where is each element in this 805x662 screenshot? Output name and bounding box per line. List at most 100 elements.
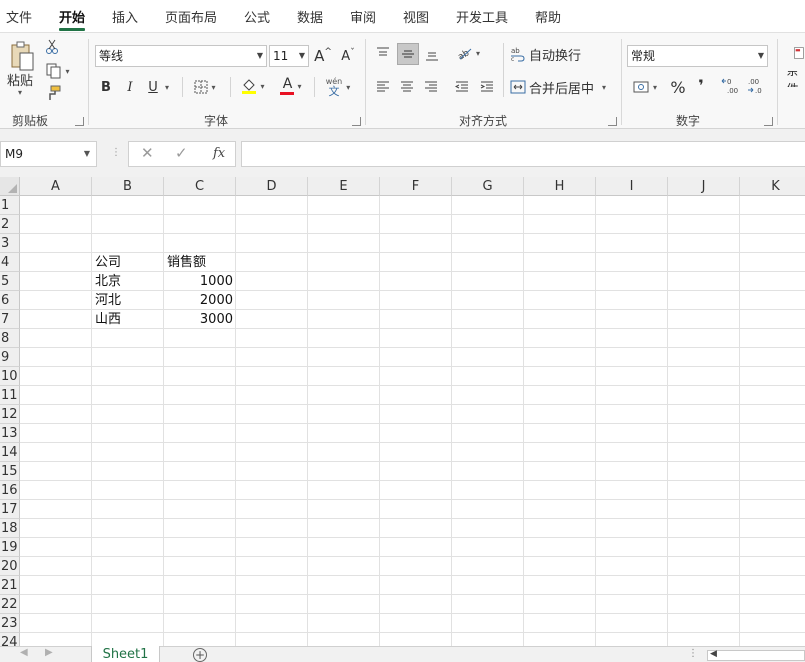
cut-icon[interactable]	[44, 39, 60, 55]
menu-item[interactable]: 开始	[59, 7, 86, 31]
row-header[interactable]: 19	[0, 538, 20, 557]
paste-dropdown-icon[interactable]: ▾	[14, 87, 26, 97]
cell-c5[interactable]: 1000	[167, 272, 233, 291]
row-header[interactable]: 10	[0, 367, 20, 386]
horizontal-scrollbar[interactable]: ◀	[707, 649, 805, 661]
alignment-launcher-icon[interactable]	[608, 117, 617, 126]
row-header[interactable]: 15	[0, 462, 20, 481]
select-all-corner[interactable]	[0, 177, 20, 196]
formula-input[interactable]	[241, 141, 805, 167]
italic-button[interactable]: I	[122, 77, 138, 97]
underline-button[interactable]: U	[145, 77, 161, 97]
menu-item[interactable]: 插入	[112, 7, 138, 26]
column-header[interactable]: F	[380, 177, 452, 196]
name-box[interactable]: M9 ▼	[0, 141, 97, 167]
row-header[interactable]: 6	[0, 291, 20, 310]
row-header[interactable]: 7	[0, 310, 20, 329]
menu-item[interactable]: 公式	[244, 7, 270, 26]
row-header[interactable]: 14	[0, 443, 20, 462]
row-header[interactable]: 12	[0, 405, 20, 424]
decrease-font-icon[interactable]: Aˇ	[338, 45, 358, 67]
menu-item[interactable]: 开发工具	[456, 7, 508, 26]
fill-color-icon[interactable]: ▾	[238, 75, 268, 97]
menu-item[interactable]: 页面布局	[165, 7, 217, 26]
cell-b4[interactable]: 公司	[95, 253, 161, 272]
align-center-icon[interactable]	[398, 77, 416, 97]
comma-style-button[interactable]: ❜	[694, 75, 708, 95]
row-header[interactable]: 23	[0, 614, 20, 633]
column-header[interactable]: C	[164, 177, 236, 196]
number-launcher-icon[interactable]	[764, 117, 773, 126]
copy-icon[interactable]: ▾	[43, 63, 73, 79]
menu-item[interactable]: 视图	[403, 7, 429, 26]
enter-icon[interactable]: ✓	[175, 144, 188, 162]
align-middle-icon[interactable]	[397, 43, 419, 65]
next-sheet-icon[interactable]: ▶	[45, 647, 53, 658]
column-header[interactable]: A	[20, 177, 92, 196]
row-header[interactable]: 13	[0, 424, 20, 443]
align-left-icon[interactable]	[374, 77, 392, 97]
column-header[interactable]: E	[308, 177, 380, 196]
bold-button[interactable]: B	[98, 77, 114, 97]
cell-b5[interactable]: 北京	[95, 272, 161, 291]
cancel-icon[interactable]: ✕	[141, 144, 154, 162]
underline-dropdown-icon[interactable]: ▾	[162, 77, 172, 97]
sheet-tab[interactable]: Sheet1	[91, 646, 160, 662]
decrease-decimal-icon[interactable]: .00.0	[746, 75, 768, 97]
font-name-select[interactable]: 等线 ▼	[95, 45, 267, 67]
row-header[interactable]: 5	[0, 272, 20, 291]
row-header[interactable]: 20	[0, 557, 20, 576]
cell-c6[interactable]: 2000	[167, 291, 233, 310]
number-format-select[interactable]: 常规 ▼	[627, 45, 768, 67]
font-size-select[interactable]: 11 ▼	[269, 45, 309, 67]
increase-indent-icon[interactable]	[478, 77, 496, 97]
row-header[interactable]: 1	[0, 196, 20, 215]
orientation-icon[interactable]: ab ▾	[452, 43, 484, 63]
row-header[interactable]: 2	[0, 215, 20, 234]
row-header[interactable]: 17	[0, 500, 20, 519]
cell-b6[interactable]: 河北	[95, 291, 161, 310]
row-header[interactable]: 3	[0, 234, 20, 253]
column-header[interactable]: H	[524, 177, 596, 196]
spreadsheet-grid[interactable]: A B C D E F G H I J K 1 2 3 4 5 6 7 8 9 10 11 12 13 14 15 16 17 18 19…	[0, 177, 805, 646]
menu-item[interactable]: 审阅	[350, 7, 376, 26]
column-header[interactable]: K	[740, 177, 805, 196]
drag-handle-icon[interactable]: ⋮	[111, 147, 121, 158]
row-header[interactable]: 24	[0, 633, 20, 646]
column-header[interactable]: D	[236, 177, 308, 196]
row-header[interactable]: 21	[0, 576, 20, 595]
row-header[interactable]: 22	[0, 595, 20, 614]
wrap-text-button[interactable]: ab c 自动换行	[510, 44, 585, 64]
row-header[interactable]: 8	[0, 329, 20, 348]
cell-b7[interactable]: 山西	[95, 310, 161, 329]
scroll-left-icon[interactable]: ◀	[710, 649, 717, 659]
column-header[interactable]: G	[452, 177, 524, 196]
merge-center-button[interactable]: 合并后居中 ▾	[510, 77, 610, 97]
cell-c7[interactable]: 3000	[167, 310, 233, 329]
menu-item[interactable]: 文件	[6, 7, 32, 26]
phonetic-icon[interactable]: wén 文 ▾	[321, 75, 355, 99]
column-header[interactable]: B	[92, 177, 164, 196]
conditional-format-label[interactable]: 条件	[786, 71, 805, 87]
column-header[interactable]: J	[668, 177, 740, 196]
font-launcher-icon[interactable]	[352, 117, 361, 126]
add-sheet-icon[interactable]: +	[193, 648, 207, 662]
clipboard-launcher-icon[interactable]	[75, 117, 84, 126]
row-header[interactable]: 18	[0, 519, 20, 538]
font-color-icon[interactable]: A ▾	[276, 75, 306, 97]
align-bottom-icon[interactable]	[423, 45, 441, 65]
paste-button[interactable]: 粘贴	[5, 71, 35, 89]
row-header[interactable]: 4	[0, 253, 20, 272]
row-header[interactable]: 9	[0, 348, 20, 367]
increase-decimal-icon[interactable]: 0.00	[720, 75, 742, 97]
prev-sheet-icon[interactable]: ◀	[20, 647, 28, 658]
format-painter-icon[interactable]	[44, 85, 62, 101]
accounting-format-icon[interactable]: ▾	[629, 77, 661, 97]
menu-item[interactable]: 帮助	[535, 7, 561, 26]
column-header[interactable]: I	[596, 177, 668, 196]
border-icon[interactable]: ▾	[190, 77, 220, 97]
cell-c4[interactable]: 销售额	[167, 253, 233, 272]
increase-font-icon[interactable]: A ^	[313, 45, 333, 67]
insert-function-icon[interactable]: fx	[213, 146, 225, 161]
menu-item[interactable]: 数据	[297, 7, 323, 26]
